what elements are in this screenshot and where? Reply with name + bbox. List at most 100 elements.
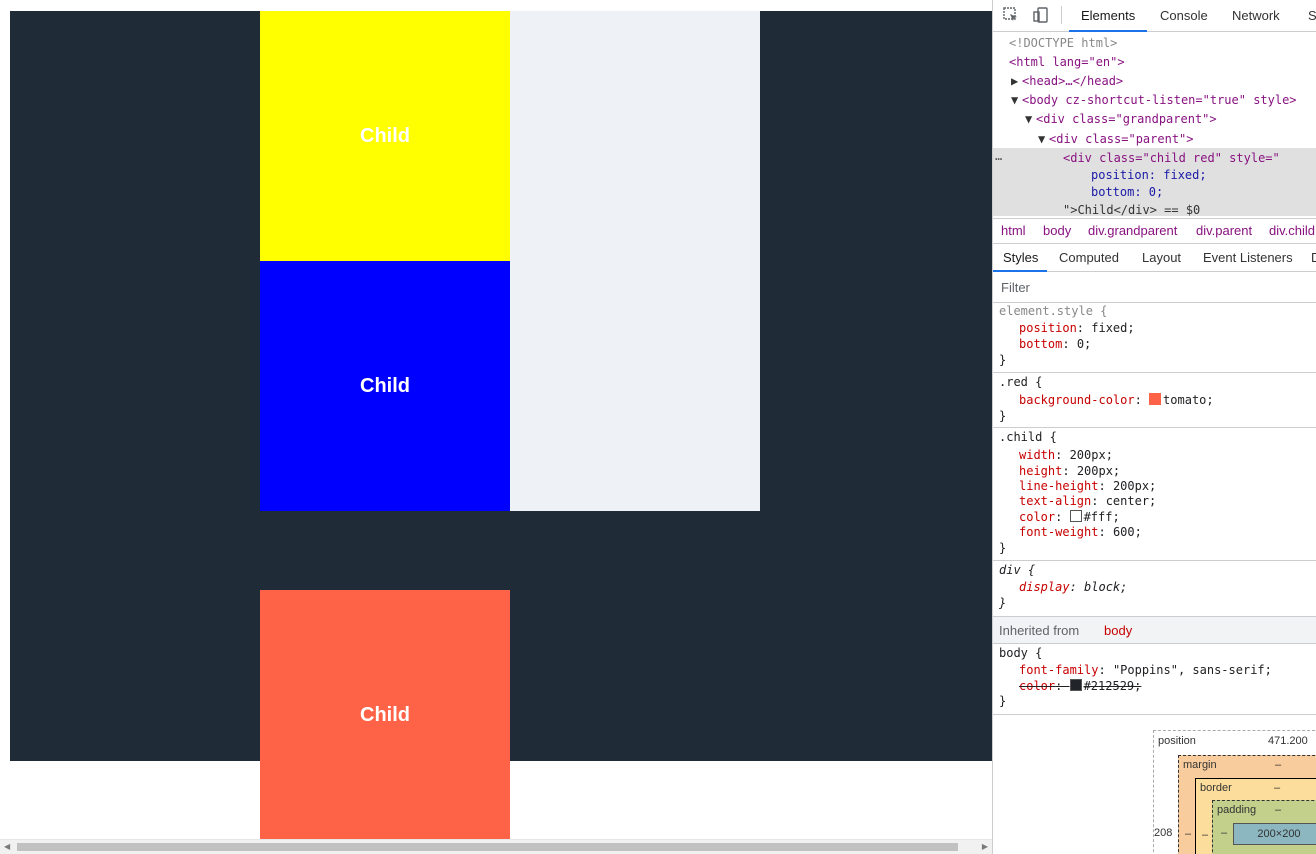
child-label: Child — [360, 374, 410, 397]
rule-div-useragent: div { display: block; } — [993, 561, 1316, 617]
horizontal-scrollbar[interactable]: ◀ ▶ — [0, 839, 992, 854]
breadcrumb-grandparent[interactable]: div.grandparent — [1088, 223, 1177, 238]
box-margin-value: – — [1275, 759, 1282, 771]
rule-declaration[interactable]: line-height: 200px; — [1019, 479, 1156, 494]
collapse-grandparent-icon[interactable]: ▼ — [1025, 111, 1032, 127]
rule-declaration[interactable]: width: 200px; — [1019, 448, 1113, 463]
box-margin-label: margin — [1183, 759, 1217, 771]
breadcrumb-parent[interactable]: div.parent — [1196, 223, 1252, 238]
tab-elements[interactable]: Elements — [1081, 8, 1135, 23]
tab-computed[interactable]: Computed — [1059, 250, 1119, 265]
rule-selector[interactable]: .red { — [999, 375, 1042, 390]
rule-selector[interactable]: element.style { — [999, 304, 1107, 319]
box-padding-value: – — [1275, 804, 1282, 816]
dom-parent[interactable]: <div class="parent"> — [1049, 131, 1194, 147]
box-padding-label: padding — [1217, 804, 1257, 816]
dom-head[interactable]: <head>…</head> — [1022, 73, 1123, 89]
inspect-element-icon[interactable] — [1003, 7, 1021, 23]
page-viewport: Child Child Child ◀ ▶ — [0, 0, 992, 854]
box-border-value: – — [1274, 782, 1281, 794]
box-border-label: border — [1200, 782, 1232, 794]
scroll-left-icon[interactable]: ◀ — [4, 842, 10, 851]
devtools-panel: Elements Console Network S <!DOCTYPE htm… — [992, 0, 1316, 854]
more-options-icon[interactable]: … — [995, 148, 1002, 164]
tab-event-listeners[interactable]: Event Listeners — [1203, 250, 1293, 265]
tab-styles[interactable]: Styles — [1003, 250, 1038, 265]
box-border[interactable]: border – – padding – – 200×200 — [1195, 778, 1316, 854]
rule-close: } — [999, 541, 1007, 555]
box-position-value: 471.200 — [1268, 735, 1308, 747]
tab-network[interactable]: Network — [1232, 8, 1280, 23]
dom-tree: <!DOCTYPE html> <html lang="en"> ▶ <head… — [993, 32, 1316, 218]
scrollbar-thumb[interactable] — [17, 843, 958, 851]
box-margin[interactable]: margin – – border – – padding – – 200×20… — [1178, 755, 1316, 854]
toolbar-divider — [1061, 6, 1062, 24]
color-swatch-icon[interactable] — [1149, 393, 1162, 405]
filter-placeholder: Filter — [1001, 280, 1030, 295]
rule-declaration: display: block; — [1019, 580, 1128, 594]
scroll-right-icon[interactable]: ▶ — [982, 842, 988, 851]
child-box-yellow: Child — [260, 11, 510, 261]
rule-declaration[interactable]: background-color: tomato; — [1019, 393, 1214, 408]
dom-child-close[interactable]: ">Child</div> == $0 — [1063, 202, 1200, 218]
dom-child-style-2: bottom: 0; — [1091, 185, 1164, 199]
breadcrumb-html[interactable]: html — [1001, 223, 1026, 238]
rule-declaration[interactable]: height: 200px; — [1019, 464, 1120, 479]
tab-dom-breakpoints[interactable]: D — [1311, 250, 1316, 265]
box-model-diagram: position 471.200 208 margin – – border –… — [1153, 730, 1316, 854]
breadcrumb: html body div.grandparent div.parent div… — [993, 218, 1316, 244]
rule-declaration[interactable]: font-weight: 600; — [1019, 525, 1142, 540]
box-content[interactable]: 200×200 — [1233, 823, 1316, 845]
collapse-body-icon[interactable]: ▼ — [1011, 92, 1018, 108]
rule-close: } — [999, 596, 1007, 610]
child-label: Child — [360, 703, 410, 726]
dom-doctype[interactable]: <!DOCTYPE html> — [1009, 35, 1117, 51]
rule-declaration[interactable]: position: fixed; — [1019, 321, 1135, 336]
box-padding[interactable]: padding – – 200×200 — [1212, 800, 1316, 854]
rule-declaration-overridden[interactable]: color: #212529; — [1019, 679, 1141, 694]
tab-layout[interactable]: Layout — [1142, 250, 1181, 265]
rule-declaration[interactable]: text-align: center; — [1019, 494, 1156, 509]
tab-sources[interactable]: S — [1308, 8, 1316, 23]
child-label: Child — [360, 124, 410, 147]
device-toolbar-icon[interactable] — [1033, 7, 1051, 23]
rule-declaration[interactable]: bottom: 0; — [1019, 337, 1091, 352]
rule-selector[interactable]: .child { — [999, 430, 1057, 445]
dom-body[interactable]: <body cz-shortcut-listen="true" style> — [1022, 92, 1297, 108]
box-padding-left-value: – — [1221, 827, 1228, 839]
rule-close: } — [999, 694, 1007, 708]
dom-html[interactable]: <html lang="en"> — [1009, 54, 1125, 70]
child-box-red[interactable]: Child — [260, 590, 510, 840]
rule-body: body { font-family: "Poppins", sans-seri… — [993, 644, 1316, 715]
styles-subtabs: Styles Computed Layout Event Listeners D — [993, 243, 1316, 272]
rule-close: } — [999, 353, 1007, 367]
color-swatch-icon[interactable] — [1069, 679, 1082, 691]
dom-grandparent[interactable]: <div class="grandparent"> — [1036, 111, 1217, 127]
rule-selector: div { — [999, 563, 1036, 577]
rule-close: } — [999, 409, 1007, 423]
rule-child: .child { width: 200px; height: 200px; li… — [993, 428, 1316, 561]
inherited-from-link[interactable]: body — [1104, 623, 1132, 638]
breadcrumb-child[interactable]: div.child — [1269, 223, 1315, 238]
box-position-label: position — [1158, 735, 1196, 747]
inherited-from-header: Inherited from body — [993, 617, 1316, 644]
rule-declaration[interactable]: font-family: "Poppins", sans-serif; — [1019, 663, 1272, 678]
tab-console[interactable]: Console — [1160, 8, 1208, 23]
box-border-left-value: – — [1202, 829, 1209, 841]
devtools-tabbar: Elements Console Network S — [993, 0, 1316, 32]
dom-child-style-1: position: fixed; — [1091, 168, 1207, 182]
rule-selector[interactable]: body { — [999, 646, 1042, 661]
collapse-parent-icon[interactable]: ▼ — [1038, 131, 1045, 147]
box-margin-left-value: – — [1185, 828, 1192, 840]
breadcrumb-body[interactable]: body — [1043, 223, 1071, 238]
expand-head-icon[interactable]: ▶ — [1011, 73, 1018, 89]
rule-declaration[interactable]: color: #fff; — [1019, 510, 1120, 525]
color-swatch-icon[interactable] — [1069, 510, 1082, 522]
rule-element-style: element.style { position: fixed; bottom:… — [993, 303, 1316, 373]
rule-red: .red { background-color: tomato; } — [993, 373, 1316, 428]
box-left-value: 208 — [1154, 827, 1173, 839]
styles-filter-input[interactable]: Filter — [993, 272, 1316, 303]
inherited-label: Inherited from — [999, 623, 1080, 638]
child-box-blue: Child — [260, 261, 510, 511]
dom-child-open[interactable]: <div class="child red" style=" — [1063, 150, 1280, 166]
